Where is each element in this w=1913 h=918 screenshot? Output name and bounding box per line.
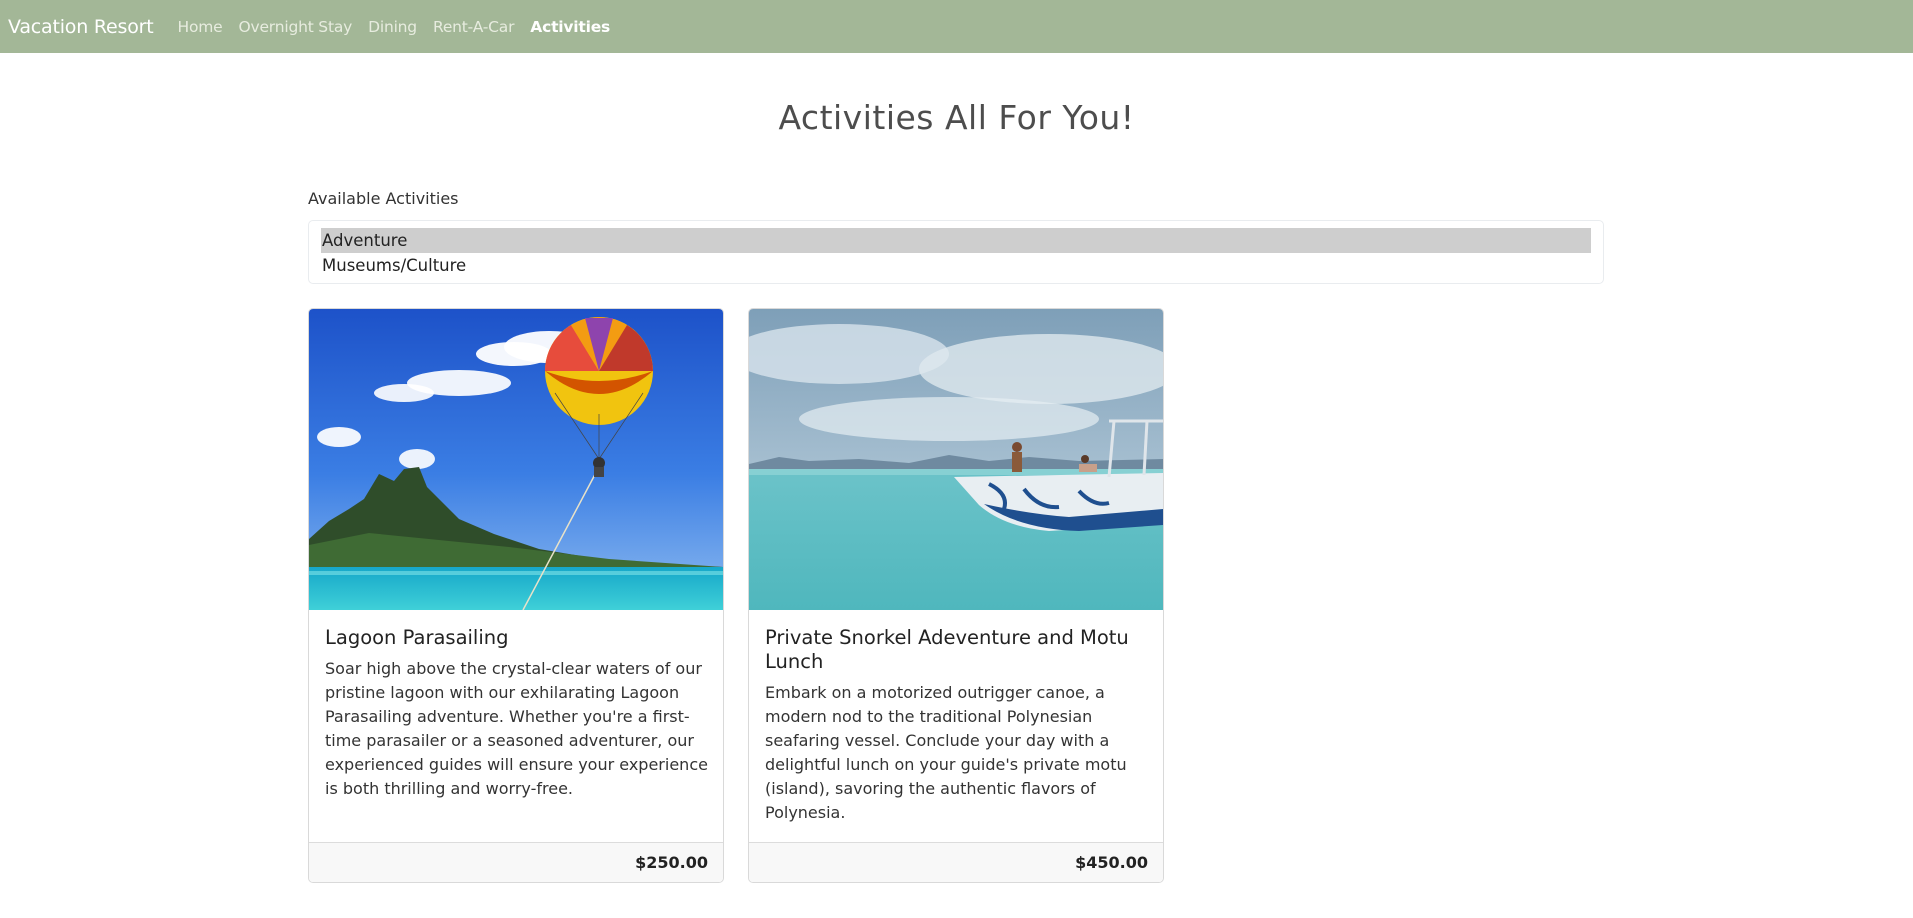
card-price: $450.00 (749, 842, 1163, 882)
activities-select-label: Available Activities (308, 189, 459, 208)
nav-link-rent-a-car[interactable]: Rent-A-Car (433, 18, 515, 36)
card-description: Embark on a motorized outrigger canoe, a… (765, 683, 1127, 822)
activity-card: Private Snorkel Adeventure and Motu Lunc… (748, 308, 1164, 883)
option-adventure[interactable]: Adventure (321, 228, 1591, 253)
page-title: Activities All For You! (778, 98, 1135, 137)
top-navbar: Vacation Resort Home Overnight Stay Dini… (0, 0, 1913, 53)
parasailing-image (309, 309, 723, 610)
activities-listbox[interactable]: Adventure Museums/Culture (308, 220, 1604, 284)
nav-link-overnight-stay[interactable]: Overnight Stay (239, 18, 353, 36)
brand-link[interactable]: Vacation Resort (8, 16, 154, 38)
nav-link-activities[interactable]: Activities (530, 18, 610, 36)
card-title: Lagoon Parasailing (325, 626, 509, 649)
snorkel-boat-image (749, 309, 1163, 610)
option-museums-culture[interactable]: Museums/Culture (321, 253, 1591, 278)
activity-card: Lagoon Parasailing Soar high above the c… (308, 308, 724, 883)
nav-link-dining[interactable]: Dining (368, 18, 417, 36)
card-title: Private Snorkel Adeventure and Motu Lunc… (765, 626, 1129, 673)
nav-link-home[interactable]: Home (178, 18, 223, 36)
card-price: $250.00 (309, 842, 723, 882)
card-description: Soar high above the crystal-clear waters… (325, 659, 708, 798)
